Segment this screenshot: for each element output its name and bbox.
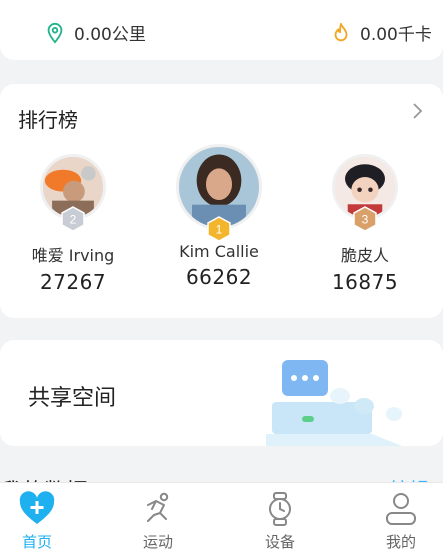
runner-icon [147, 492, 169, 522]
tab-mine[interactable]: 我的 [366, 491, 436, 552]
avatar-second-wrap: 2 [40, 154, 106, 232]
tab-label: 设备 [264, 533, 295, 551]
avatar-third-wrap: 3 [332, 154, 398, 232]
tab-label: 我的 [385, 533, 416, 551]
ranker-name: Kim Callie [179, 242, 259, 261]
tab-sport[interactable]: 运动 [123, 491, 193, 552]
medal-silver-icon: 2 [61, 206, 85, 232]
avatar-first-wrap: 1 [176, 144, 262, 242]
bottom-tab-bar: 首页 运动 设备 我的 [0, 482, 443, 556]
share-space-card[interactable]: 共享空间 [0, 340, 443, 446]
calories-value: 0.00千卡 [360, 25, 432, 45]
medal-rank-number: 3 [362, 213, 369, 227]
stats-card: 0.00公里 0.00千卡 [0, 0, 443, 60]
ranker-name: 唯爱 Irving [31, 246, 115, 265]
watch-icon [269, 492, 291, 526]
tab-label: 首页 [21, 533, 52, 551]
heart-plus-icon [19, 491, 55, 524]
chevron-right-icon[interactable] [411, 102, 425, 120]
ranker-third[interactable]: 3 脆皮人 16875 [300, 154, 430, 294]
ranker-second[interactable]: 2 唯爱 Irving 27267 [8, 154, 138, 294]
medal-gold-icon: 1 [207, 216, 231, 242]
chat-bubbles-illustration [266, 360, 402, 446]
calories-stat: 0.00千卡 [330, 20, 432, 45]
ranking-title: 排行榜 [18, 108, 78, 132]
medal-rank-number: 1 [216, 223, 223, 237]
ranker-score: 27267 [39, 270, 107, 294]
distance-value: 0.00公里 [74, 25, 146, 45]
ranking-card[interactable]: 排行榜 2 唯爱 Irving 27267 1 Kim Callie 66262… [0, 84, 443, 318]
medal-bronze-icon: 3 [353, 206, 377, 232]
fire-icon [334, 22, 348, 41]
share-space-title: 共享空间 [28, 386, 117, 411]
tab-label: 运动 [142, 533, 173, 551]
ranker-score: 16875 [331, 270, 399, 294]
ranker-name: 脆皮人 [340, 246, 389, 265]
medal-rank-number: 2 [70, 213, 77, 227]
ranker-score: 66262 [185, 265, 253, 289]
distance-stat: 0.00公里 [44, 20, 146, 45]
person-icon [386, 493, 416, 525]
location-icon [47, 22, 63, 44]
tab-device[interactable]: 设备 [245, 491, 315, 552]
ranker-first[interactable]: 1 Kim Callie 66262 [154, 144, 284, 289]
tab-home[interactable]: 首页 [2, 491, 72, 552]
